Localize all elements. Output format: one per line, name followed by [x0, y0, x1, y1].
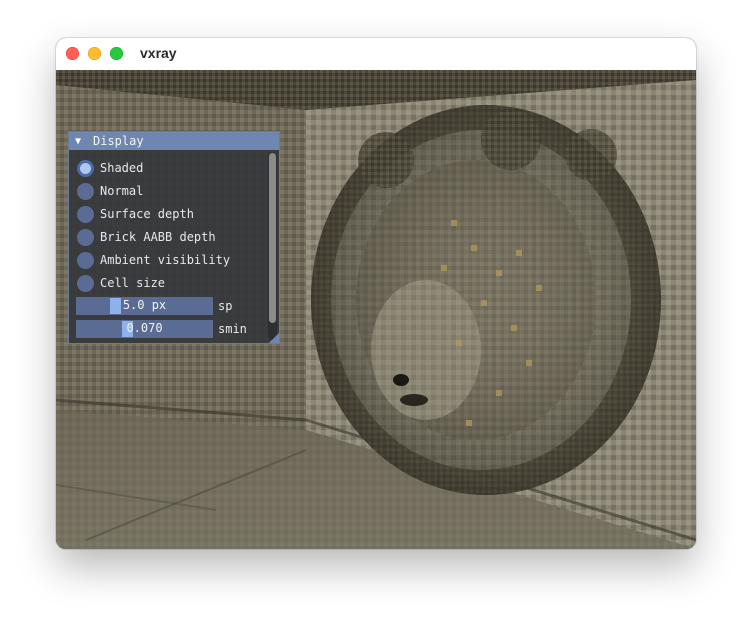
radio-button-icon[interactable] [77, 205, 94, 223]
radio-label: Brick AABB depth [100, 230, 216, 244]
panel-header-label: Display [93, 134, 144, 148]
slider-label-smin: smin [218, 322, 247, 336]
app-window: vxray ▼ Display Shaded Normal Surface de… [56, 38, 696, 549]
maximize-button[interactable] [110, 47, 123, 60]
sp-slider[interactable]: 5.0 px [76, 297, 213, 315]
resize-grip-icon[interactable] [269, 333, 279, 343]
radio-button-icon[interactable] [77, 251, 94, 269]
radio-label: Surface depth [100, 207, 194, 221]
close-button[interactable] [66, 47, 79, 60]
radio-label: Shaded [100, 161, 144, 175]
radio-label: Cell size [100, 276, 166, 290]
collapse-triangle-icon[interactable]: ▼ [75, 136, 85, 147]
radio-normal[interactable]: Normal [77, 181, 143, 201]
radio-button-icon[interactable] [77, 228, 94, 246]
slider-value: 5.0 px [122, 298, 167, 312]
slider-label-sp: sp [218, 299, 233, 313]
display-panel: ▼ Display Shaded Normal Surface depth Br… [68, 131, 280, 344]
smin-slider[interactable]: 0.070 [76, 320, 213, 338]
window-title: vxray [140, 45, 177, 61]
radio-button-icon[interactable] [77, 274, 94, 292]
radio-ambient-visibility[interactable]: Ambient visibility [77, 250, 230, 270]
minimize-button[interactable] [88, 47, 101, 60]
radio-label: Normal [100, 184, 144, 198]
radio-brick-aabb-depth[interactable]: Brick AABB depth [77, 227, 216, 247]
radio-shaded[interactable]: Shaded [77, 158, 143, 178]
radio-cell-size[interactable]: Cell size [77, 273, 165, 293]
scrollbar-thumb[interactable] [269, 153, 276, 323]
display-panel-header[interactable]: ▼ Display [69, 132, 279, 150]
slider-value: 0.070 [126, 321, 163, 335]
panel-scrollbar[interactable] [268, 152, 277, 340]
radio-button-icon[interactable] [77, 159, 94, 177]
radio-label: Ambient visibility [100, 253, 231, 267]
radio-button-icon[interactable] [77, 182, 94, 200]
render-viewport[interactable]: ▼ Display Shaded Normal Surface depth Br… [56, 70, 696, 549]
title-bar[interactable]: vxray [56, 38, 696, 71]
radio-surface-depth[interactable]: Surface depth [77, 204, 194, 224]
